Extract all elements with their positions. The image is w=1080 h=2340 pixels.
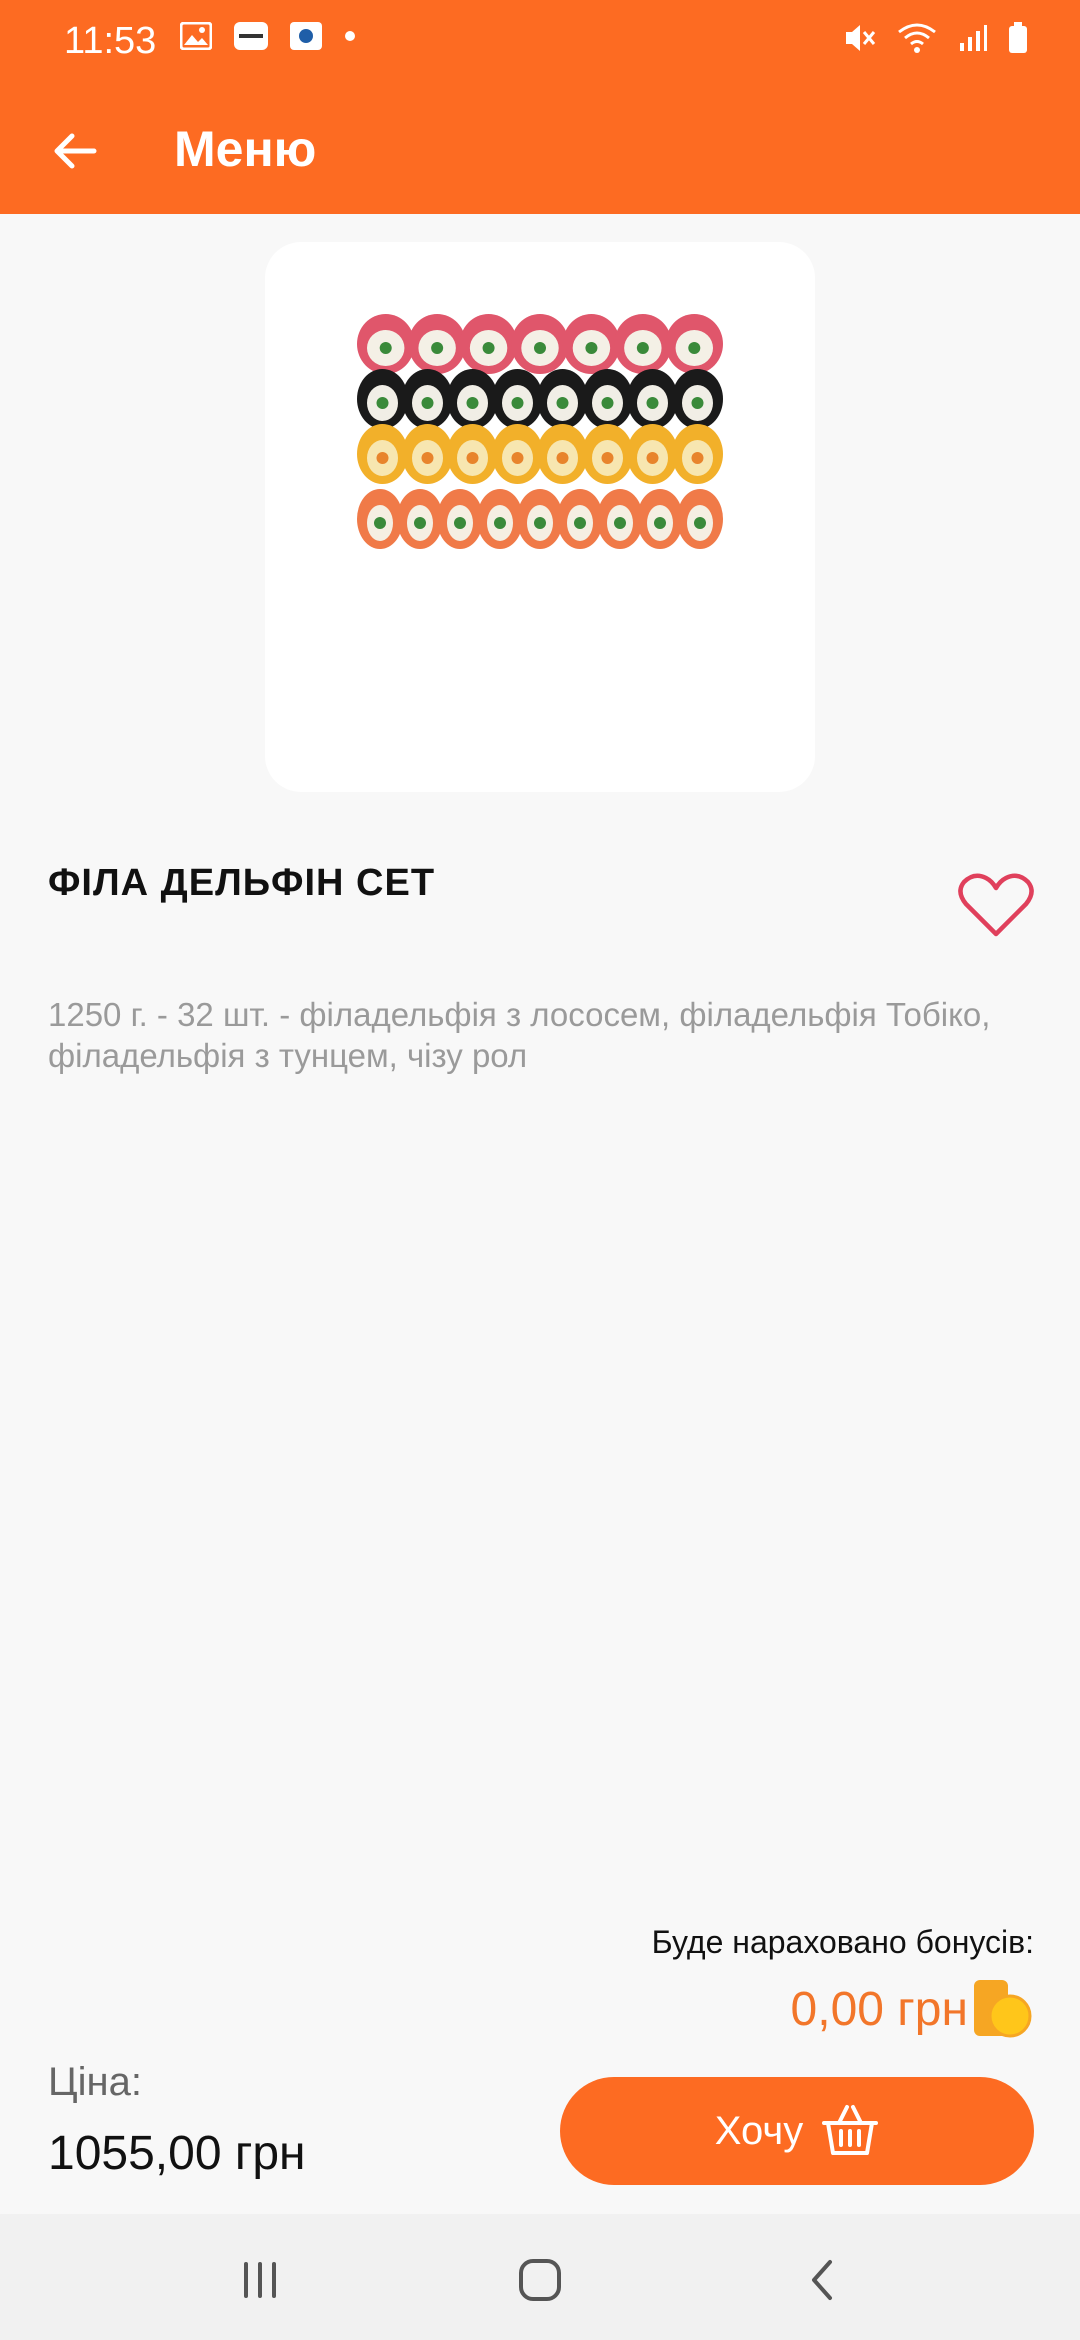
bonus-value: 0,00 грн (790, 1982, 968, 2036)
page-title: Меню (174, 121, 317, 177)
gallery-icon (180, 22, 212, 50)
back-button[interactable] (40, 116, 110, 186)
dot-icon (345, 31, 355, 41)
back-icon (812, 2260, 832, 2300)
add-to-cart-label: Хочу (714, 2108, 804, 2153)
status-icons-right (842, 22, 1028, 54)
system-nav-bar (0, 2214, 1080, 2340)
recents-icon (244, 2262, 276, 2298)
basket-icon (822, 2105, 879, 2155)
arrow-left-icon (54, 133, 97, 169)
status-time: 11:53 (64, 20, 157, 62)
product-name: ФІЛА ДЕЛЬФІН СЕТ (48, 862, 436, 904)
home-icon (519, 2259, 561, 2301)
nav-back-button[interactable] (792, 2250, 852, 2310)
bonus-row: 0,00 грн (791, 1978, 1034, 2040)
product-image (265, 242, 815, 792)
app-notification-icon (234, 22, 268, 50)
bonus-label: Буде нараховано бонусів: (651, 1924, 1034, 1960)
price-value: 1055,00 грн (48, 2127, 306, 2180)
status-icons-left (180, 22, 356, 50)
status-bar: 11:53 (0, 0, 1080, 86)
price-label: Ціна: (48, 2060, 142, 2104)
app-notification-icon (290, 22, 322, 50)
coin-icon (974, 1980, 1032, 2038)
signal-icon (960, 25, 987, 51)
favorite-button[interactable] (956, 870, 1036, 940)
heart-outline-icon (958, 873, 1034, 937)
mute-icon (846, 25, 876, 51)
battery-icon (1009, 22, 1027, 53)
recents-button[interactable] (230, 2250, 290, 2310)
home-button[interactable] (510, 2250, 570, 2310)
sushi-set-image (357, 314, 723, 549)
wifi-icon (898, 23, 936, 53)
app-bar: Меню (0, 86, 1080, 214)
product-description: 1250 г. - 32 шт. - філадельфія з лососем… (48, 996, 991, 1074)
add-to-cart-button[interactable]: Хочу (560, 2077, 1034, 2185)
